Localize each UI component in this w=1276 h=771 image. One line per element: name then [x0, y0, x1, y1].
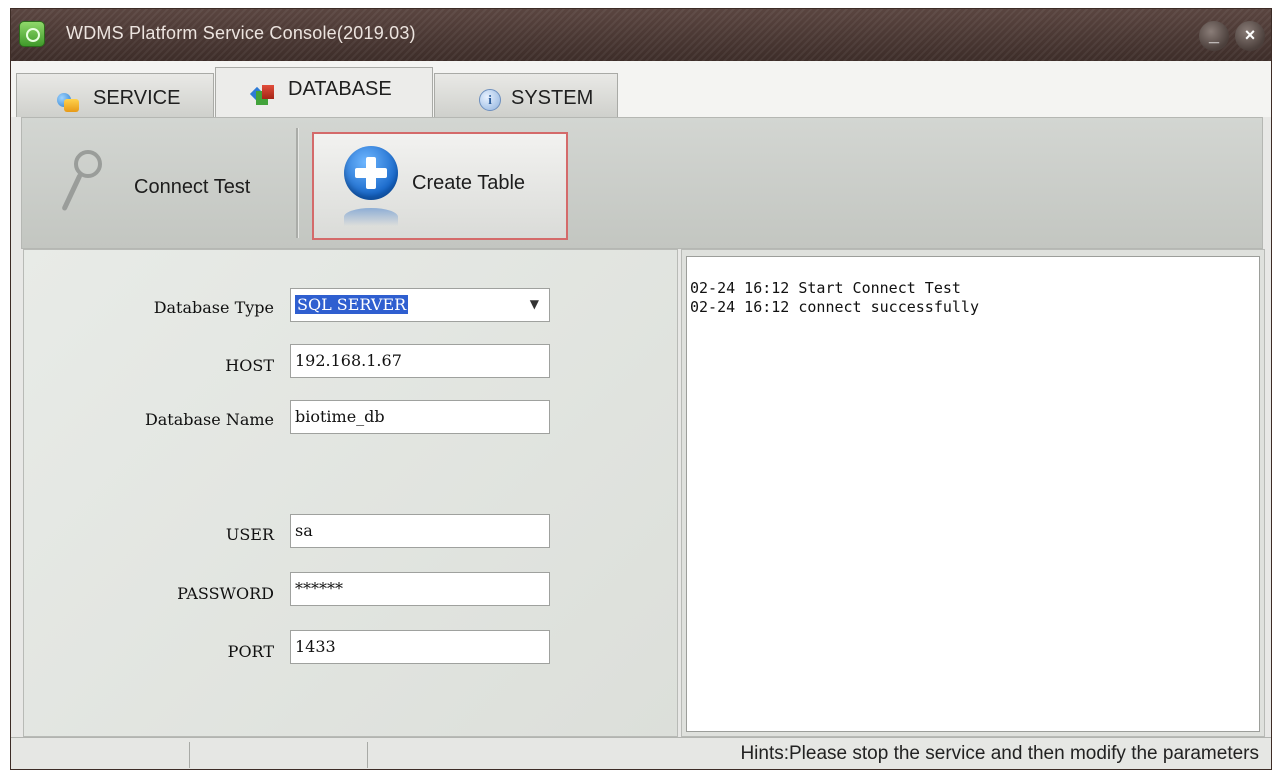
tab-system[interactable]: i SYSTEM [434, 73, 618, 117]
status-cell [191, 742, 368, 768]
toolbar-divider [296, 128, 299, 238]
chevron-down-icon[interactable]: ▼ [530, 297, 539, 311]
status-bar: Hints:Please stop the service and then m… [11, 737, 1271, 769]
database-type-label: Database Type [153, 298, 274, 317]
database-name-input[interactable]: biotime_db [290, 400, 550, 434]
connect-test-button[interactable]: Connect Test [28, 128, 286, 238]
log-textarea[interactable]: 02-24 16:12 Start Connect Test 02-24 16:… [686, 256, 1260, 732]
add-icon-reflection [344, 208, 398, 226]
tab-service[interactable]: SERVICE [16, 73, 214, 117]
minimize-button[interactable]: _ [1199, 21, 1229, 51]
password-label: PASSWORD [177, 584, 274, 603]
host-input[interactable]: 192.168.1.67 [290, 344, 550, 378]
port-input[interactable]: 1433 [290, 630, 550, 664]
create-table-button[interactable]: Create Table [312, 132, 568, 240]
database-icon [250, 79, 278, 103]
create-table-label: Create Table [412, 172, 526, 194]
tab-service-label: SERVICE [93, 87, 181, 109]
add-icon [344, 146, 398, 200]
service-icon [55, 90, 81, 114]
window-title: WDMS Platform Service Console(2019.03) [66, 23, 416, 43]
database-name-label: Database Name [144, 410, 274, 429]
user-input[interactable]: sa [290, 514, 550, 548]
connect-test-label: Connect Test [134, 176, 251, 198]
tab-database-label: DATABASE [288, 78, 392, 100]
tab-bar: SERVICE DATABASE i SYSTEM [11, 61, 1271, 117]
info-icon: i [479, 89, 501, 111]
main-window: WDMS Platform Service Console(2019.03) _… [10, 8, 1272, 770]
close-button[interactable]: × [1235, 21, 1265, 51]
tab-database[interactable]: DATABASE [215, 67, 433, 117]
password-input[interactable]: ****** [290, 572, 550, 606]
database-type-select[interactable]: SQL SERVER ▼ [290, 288, 550, 322]
host-label: HOST [225, 356, 274, 375]
app-logo-icon [19, 21, 45, 47]
log-line: 02-24 16:12 connect successfully [690, 298, 979, 316]
log-line: 02-24 16:12 Start Connect Test [690, 279, 961, 297]
title-bar[interactable]: WDMS Platform Service Console(2019.03) _… [11, 9, 1271, 61]
status-hint: Hints:Please stop the service and then m… [740, 743, 1259, 764]
user-label: USER [225, 525, 274, 544]
database-type-value: SQL SERVER [295, 295, 409, 314]
status-cell [11, 742, 190, 768]
key-icon [61, 150, 112, 230]
toolbar: Connect Test Create Table [21, 117, 1263, 249]
database-settings-panel: Database Type SQL SERVER ▼ HOST 192.168.… [23, 249, 678, 737]
tab-system-label: SYSTEM [511, 87, 594, 109]
port-label: PORT [227, 642, 274, 661]
log-panel: 02-24 16:12 Start Connect Test 02-24 16:… [681, 249, 1265, 737]
